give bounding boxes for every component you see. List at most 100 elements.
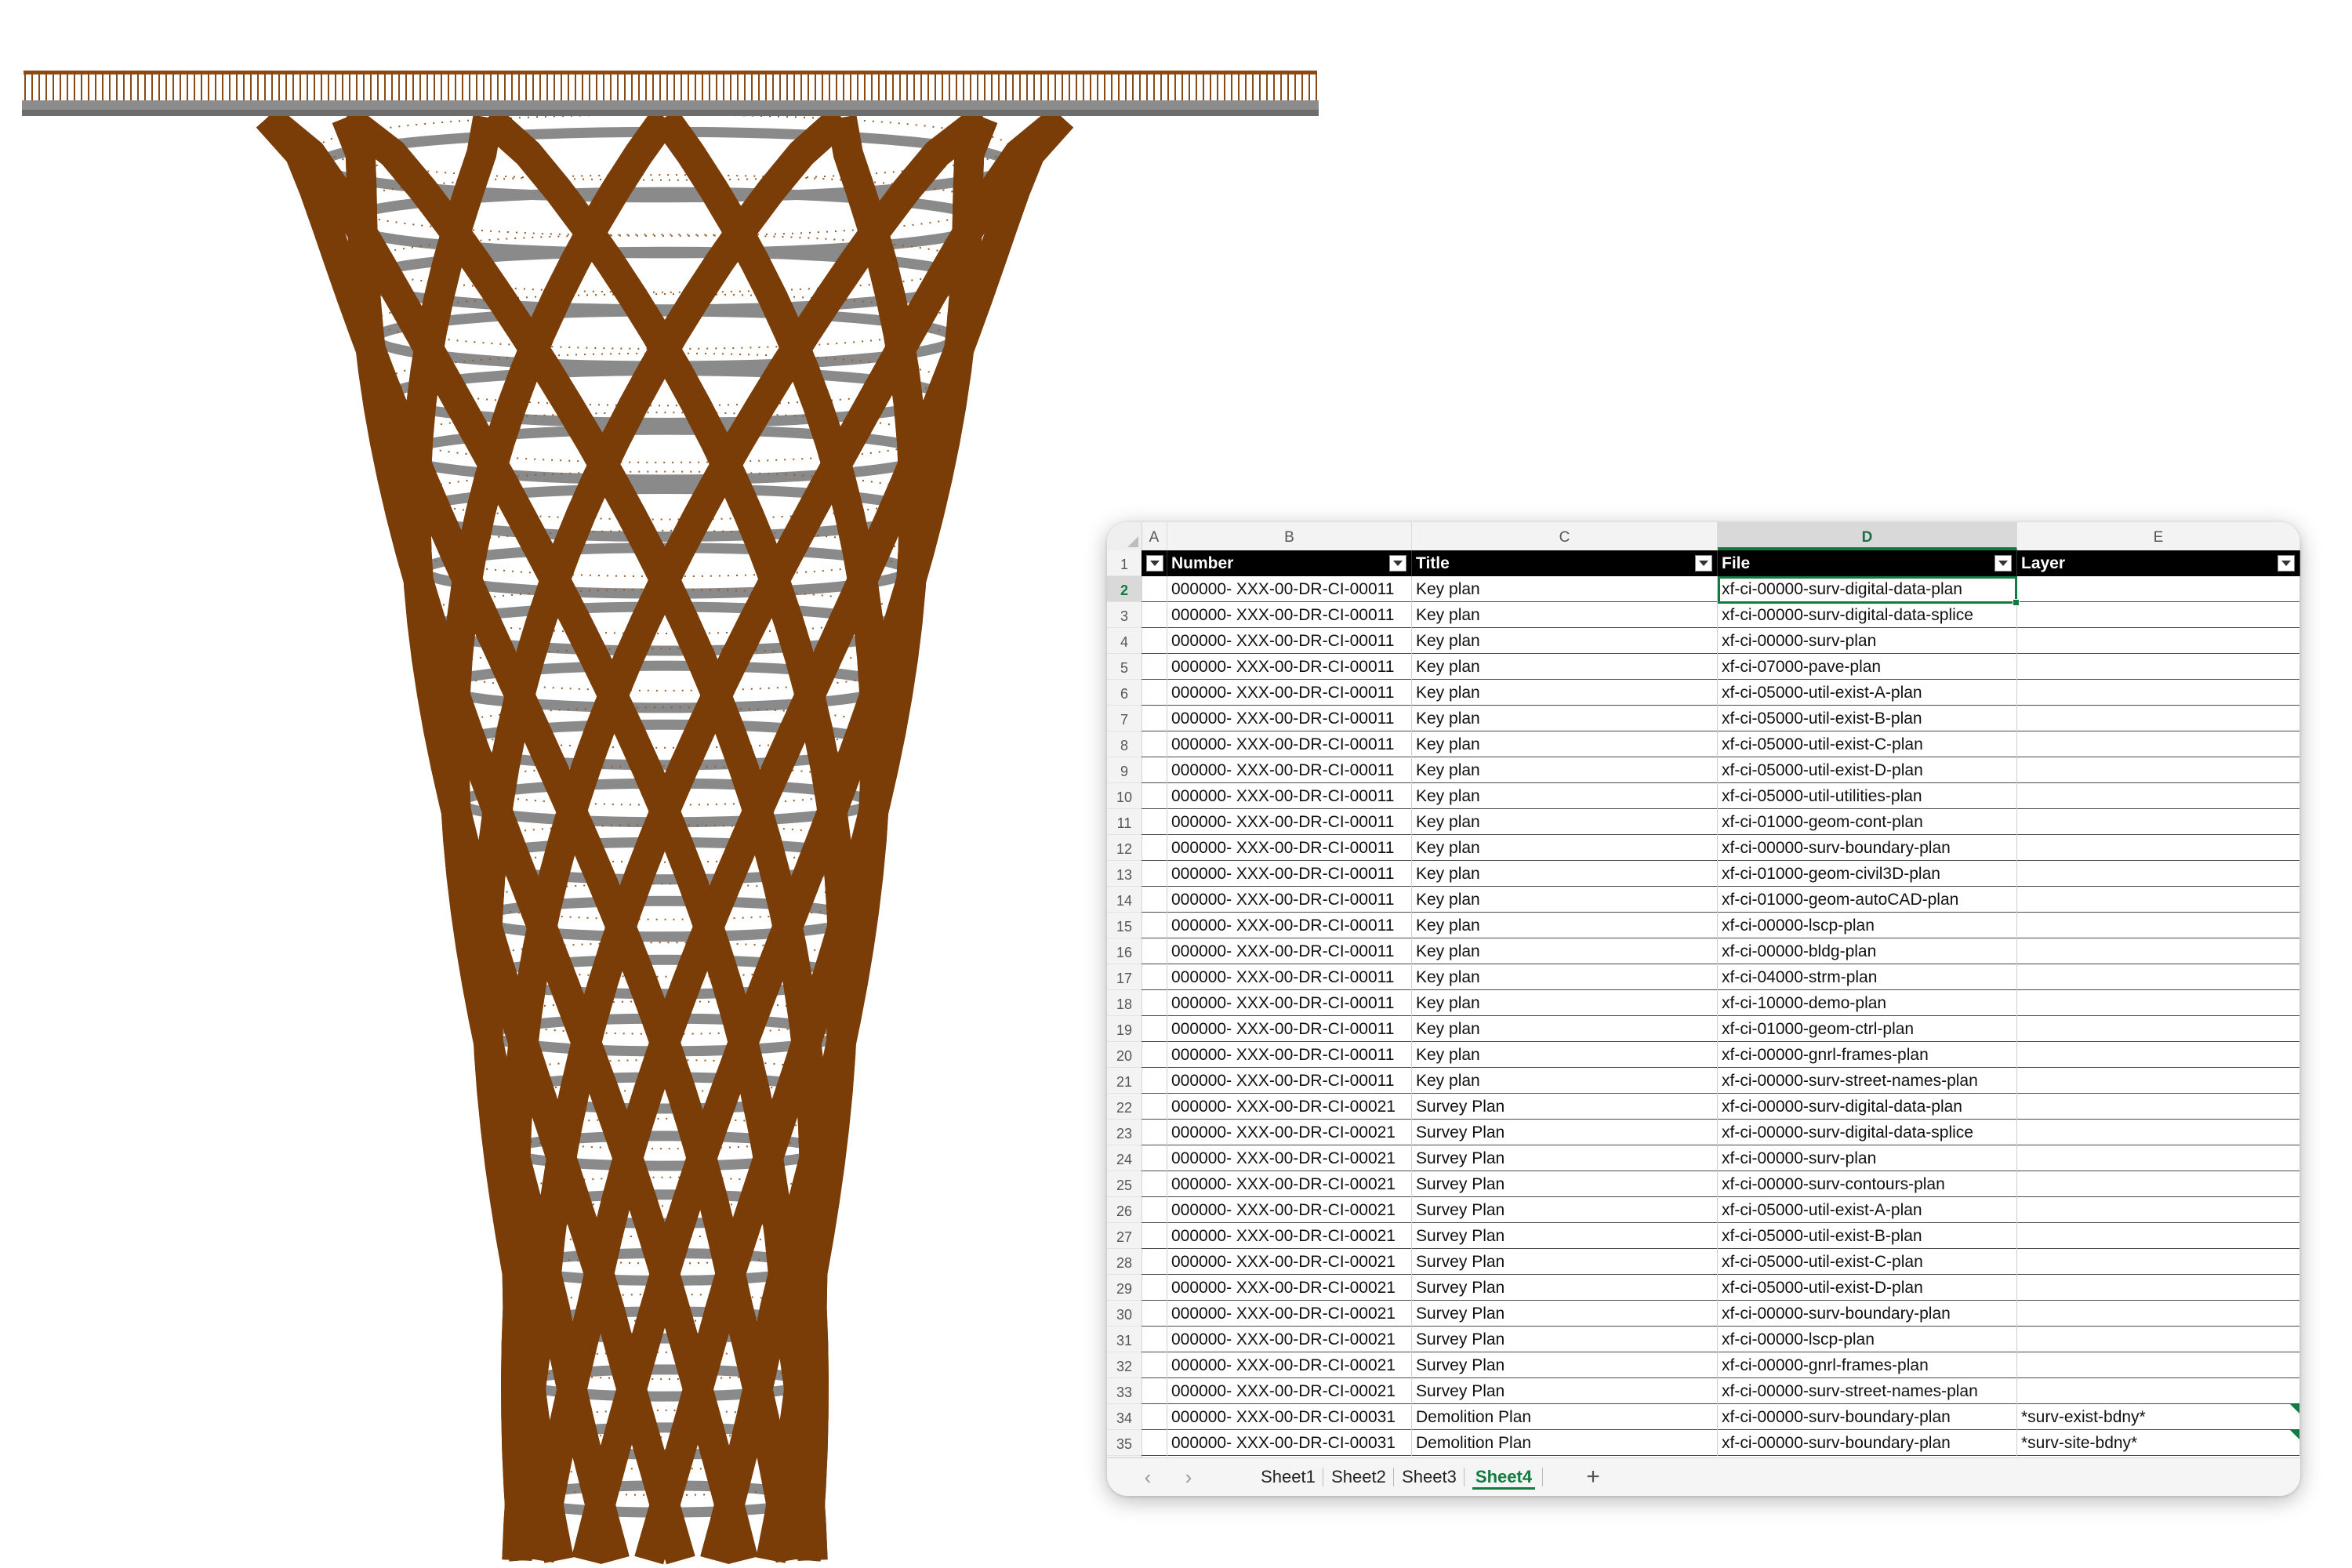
filter-dropdown-icon[interactable] [1146, 555, 1163, 572]
cell-title[interactable]: Survey Plan [1412, 1197, 1718, 1223]
cell-layer[interactable] [2017, 861, 2300, 887]
tab-sheet2[interactable]: Sheet2 [1323, 1458, 1394, 1496]
cell-a[interactable] [1142, 1430, 1167, 1456]
cell-title[interactable]: Survey Plan [1412, 1327, 1718, 1352]
cell-title[interactable]: Key plan [1412, 1068, 1718, 1094]
row-number[interactable]: 20 [1107, 1042, 1142, 1068]
tab-sheet3[interactable]: Sheet3 [1394, 1458, 1465, 1496]
cell-file[interactable]: xf-ci-00000-gnrl-frames-plan [1718, 1352, 2017, 1378]
cell-file[interactable]: xf-ci-05000-util-exist-A-plan [1718, 1197, 2017, 1223]
row-number[interactable]: 24 [1107, 1145, 1142, 1171]
cell-layer[interactable] [2017, 1042, 2300, 1068]
cell-number[interactable]: 000000- XXX-00-DR-CI-00011 [1167, 628, 1412, 654]
column-header-c[interactable]: C [1412, 522, 1718, 550]
row-number[interactable]: 11 [1107, 809, 1142, 835]
cell-file[interactable]: xf-ci-07000-pave-plan [1718, 654, 2017, 680]
cell-file[interactable]: xf-ci-05000-util-exist-C-plan [1718, 1249, 2017, 1275]
filter-dropdown-icon[interactable] [1994, 555, 2012, 572]
cell-a[interactable] [1142, 783, 1167, 809]
cell-title[interactable]: Survey Plan [1412, 1094, 1718, 1120]
cell-title[interactable]: Key plan [1412, 706, 1718, 731]
cell-number[interactable]: 000000- XXX-00-DR-CI-00011 [1167, 576, 1412, 602]
header-cell-number[interactable]: Number [1167, 550, 1412, 576]
cell-layer[interactable] [2017, 1327, 2300, 1352]
cell-layer[interactable] [2017, 809, 2300, 835]
cell-a[interactable] [1142, 1275, 1167, 1301]
column-header-e[interactable]: E [2017, 522, 2300, 550]
filter-dropdown-icon[interactable] [2278, 555, 2295, 572]
row-number[interactable]: 13 [1107, 861, 1142, 887]
cell-title[interactable]: Key plan [1412, 680, 1718, 706]
cell-title[interactable]: Survey Plan [1412, 1378, 1718, 1404]
row-number[interactable]: 34 [1107, 1404, 1142, 1430]
row-number[interactable]: 35 [1107, 1430, 1142, 1456]
cell-a[interactable] [1142, 913, 1167, 938]
column-header-d[interactable]: D [1718, 522, 2017, 550]
cell-number[interactable]: 000000- XXX-00-DR-CI-00021 [1167, 1120, 1412, 1145]
cell-a[interactable] [1142, 1197, 1167, 1223]
cell-a[interactable] [1142, 1171, 1167, 1197]
cell-layer[interactable] [2017, 1145, 2300, 1171]
cell-title[interactable]: Key plan [1412, 809, 1718, 835]
cell-number[interactable]: 000000- XXX-00-DR-CI-00011 [1167, 1068, 1412, 1094]
cell-layer[interactable] [2017, 731, 2300, 757]
cell-number[interactable]: 000000- XXX-00-DR-CI-00011 [1167, 990, 1412, 1016]
cell-file[interactable]: xf-ci-01000-geom-civil3D-plan [1718, 861, 2017, 887]
cell-number[interactable]: 000000- XXX-00-DR-CI-00011 [1167, 654, 1412, 680]
cell-layer[interactable] [2017, 1171, 2300, 1197]
select-all-button[interactable] [1107, 522, 1142, 550]
cell-title[interactable]: Key plan [1412, 654, 1718, 680]
cell-file[interactable]: xf-ci-00000-surv-street-names-plan [1718, 1378, 2017, 1404]
cell-layer[interactable]: *surv-site-bdny* [2017, 1430, 2300, 1456]
cell-a[interactable] [1142, 1223, 1167, 1249]
header-cell-title[interactable]: Title [1412, 550, 1718, 576]
row-number[interactable]: 14 [1107, 887, 1142, 913]
row-number[interactable]: 3 [1107, 602, 1142, 628]
cell-title[interactable]: Demolition Plan [1412, 1430, 1718, 1456]
cell-number[interactable]: 000000- XXX-00-DR-CI-00021 [1167, 1223, 1412, 1249]
cell-number[interactable]: 000000- XXX-00-DR-CI-00021 [1167, 1301, 1412, 1327]
cell-a[interactable] [1142, 680, 1167, 706]
next-sheet-icon[interactable]: › [1176, 1465, 1201, 1490]
cell-layer[interactable] [2017, 964, 2300, 990]
cell-file[interactable]: xf-ci-00000-surv-plan [1718, 628, 2017, 654]
row-number[interactable]: 22 [1107, 1094, 1142, 1120]
cell-file[interactable]: xf-ci-00000-surv-boundary-plan [1718, 835, 2017, 861]
cell-file[interactable]: xf-ci-05000-util-exist-B-plan [1718, 1223, 2017, 1249]
cell-title[interactable]: Key plan [1412, 783, 1718, 809]
cell-number[interactable]: 000000- XXX-00-DR-CI-00021 [1167, 1249, 1412, 1275]
cell-file[interactable]: xf-ci-00000-lscp-plan [1718, 1327, 2017, 1352]
cell-layer[interactable] [2017, 887, 2300, 913]
cell-layer[interactable] [2017, 1068, 2300, 1094]
column-header-a[interactable]: A [1142, 522, 1167, 550]
cell-layer[interactable] [2017, 1094, 2300, 1120]
cell-title[interactable]: Key plan [1412, 731, 1718, 757]
cell-file[interactable]: xf-ci-00000-surv-boundary-plan [1718, 1430, 2017, 1456]
cell-a[interactable] [1142, 1352, 1167, 1378]
cell-layer[interactable] [2017, 706, 2300, 731]
cell-file[interactable]: xf-ci-00000-surv-boundary-plan [1718, 1301, 2017, 1327]
cell-number[interactable]: 000000- XXX-00-DR-CI-00011 [1167, 861, 1412, 887]
cell-title[interactable]: Survey Plan [1412, 1301, 1718, 1327]
filter-dropdown-icon[interactable] [1695, 555, 1712, 572]
cell-number[interactable]: 000000- XXX-00-DR-CI-00021 [1167, 1378, 1412, 1404]
cell-title[interactable]: Key plan [1412, 602, 1718, 628]
cell-file[interactable]: xf-ci-05000-util-utilities-plan [1718, 783, 2017, 809]
cell-a[interactable] [1142, 1145, 1167, 1171]
cell-file[interactable]: xf-ci-00000-surv-plan [1718, 1145, 2017, 1171]
cell-number[interactable]: 000000- XXX-00-DR-CI-00011 [1167, 835, 1412, 861]
cell-title[interactable]: Key plan [1412, 835, 1718, 861]
row-number[interactable]: 30 [1107, 1301, 1142, 1327]
cell-number[interactable]: 000000- XXX-00-DR-CI-00011 [1167, 1042, 1412, 1068]
row-number[interactable]: 25 [1107, 1171, 1142, 1197]
cell-a[interactable] [1142, 654, 1167, 680]
cell-number[interactable]: 000000- XXX-00-DR-CI-00011 [1167, 938, 1412, 964]
cell-a[interactable] [1142, 1378, 1167, 1404]
header-cell-a[interactable] [1142, 550, 1167, 576]
row-number[interactable]: 19 [1107, 1016, 1142, 1042]
cell-title[interactable]: Survey Plan [1412, 1223, 1718, 1249]
cell-title[interactable]: Key plan [1412, 1016, 1718, 1042]
cell-file[interactable]: xf-ci-05000-util-exist-D-plan [1718, 757, 2017, 783]
cell-a[interactable] [1142, 835, 1167, 861]
cell-a[interactable] [1142, 1301, 1167, 1327]
